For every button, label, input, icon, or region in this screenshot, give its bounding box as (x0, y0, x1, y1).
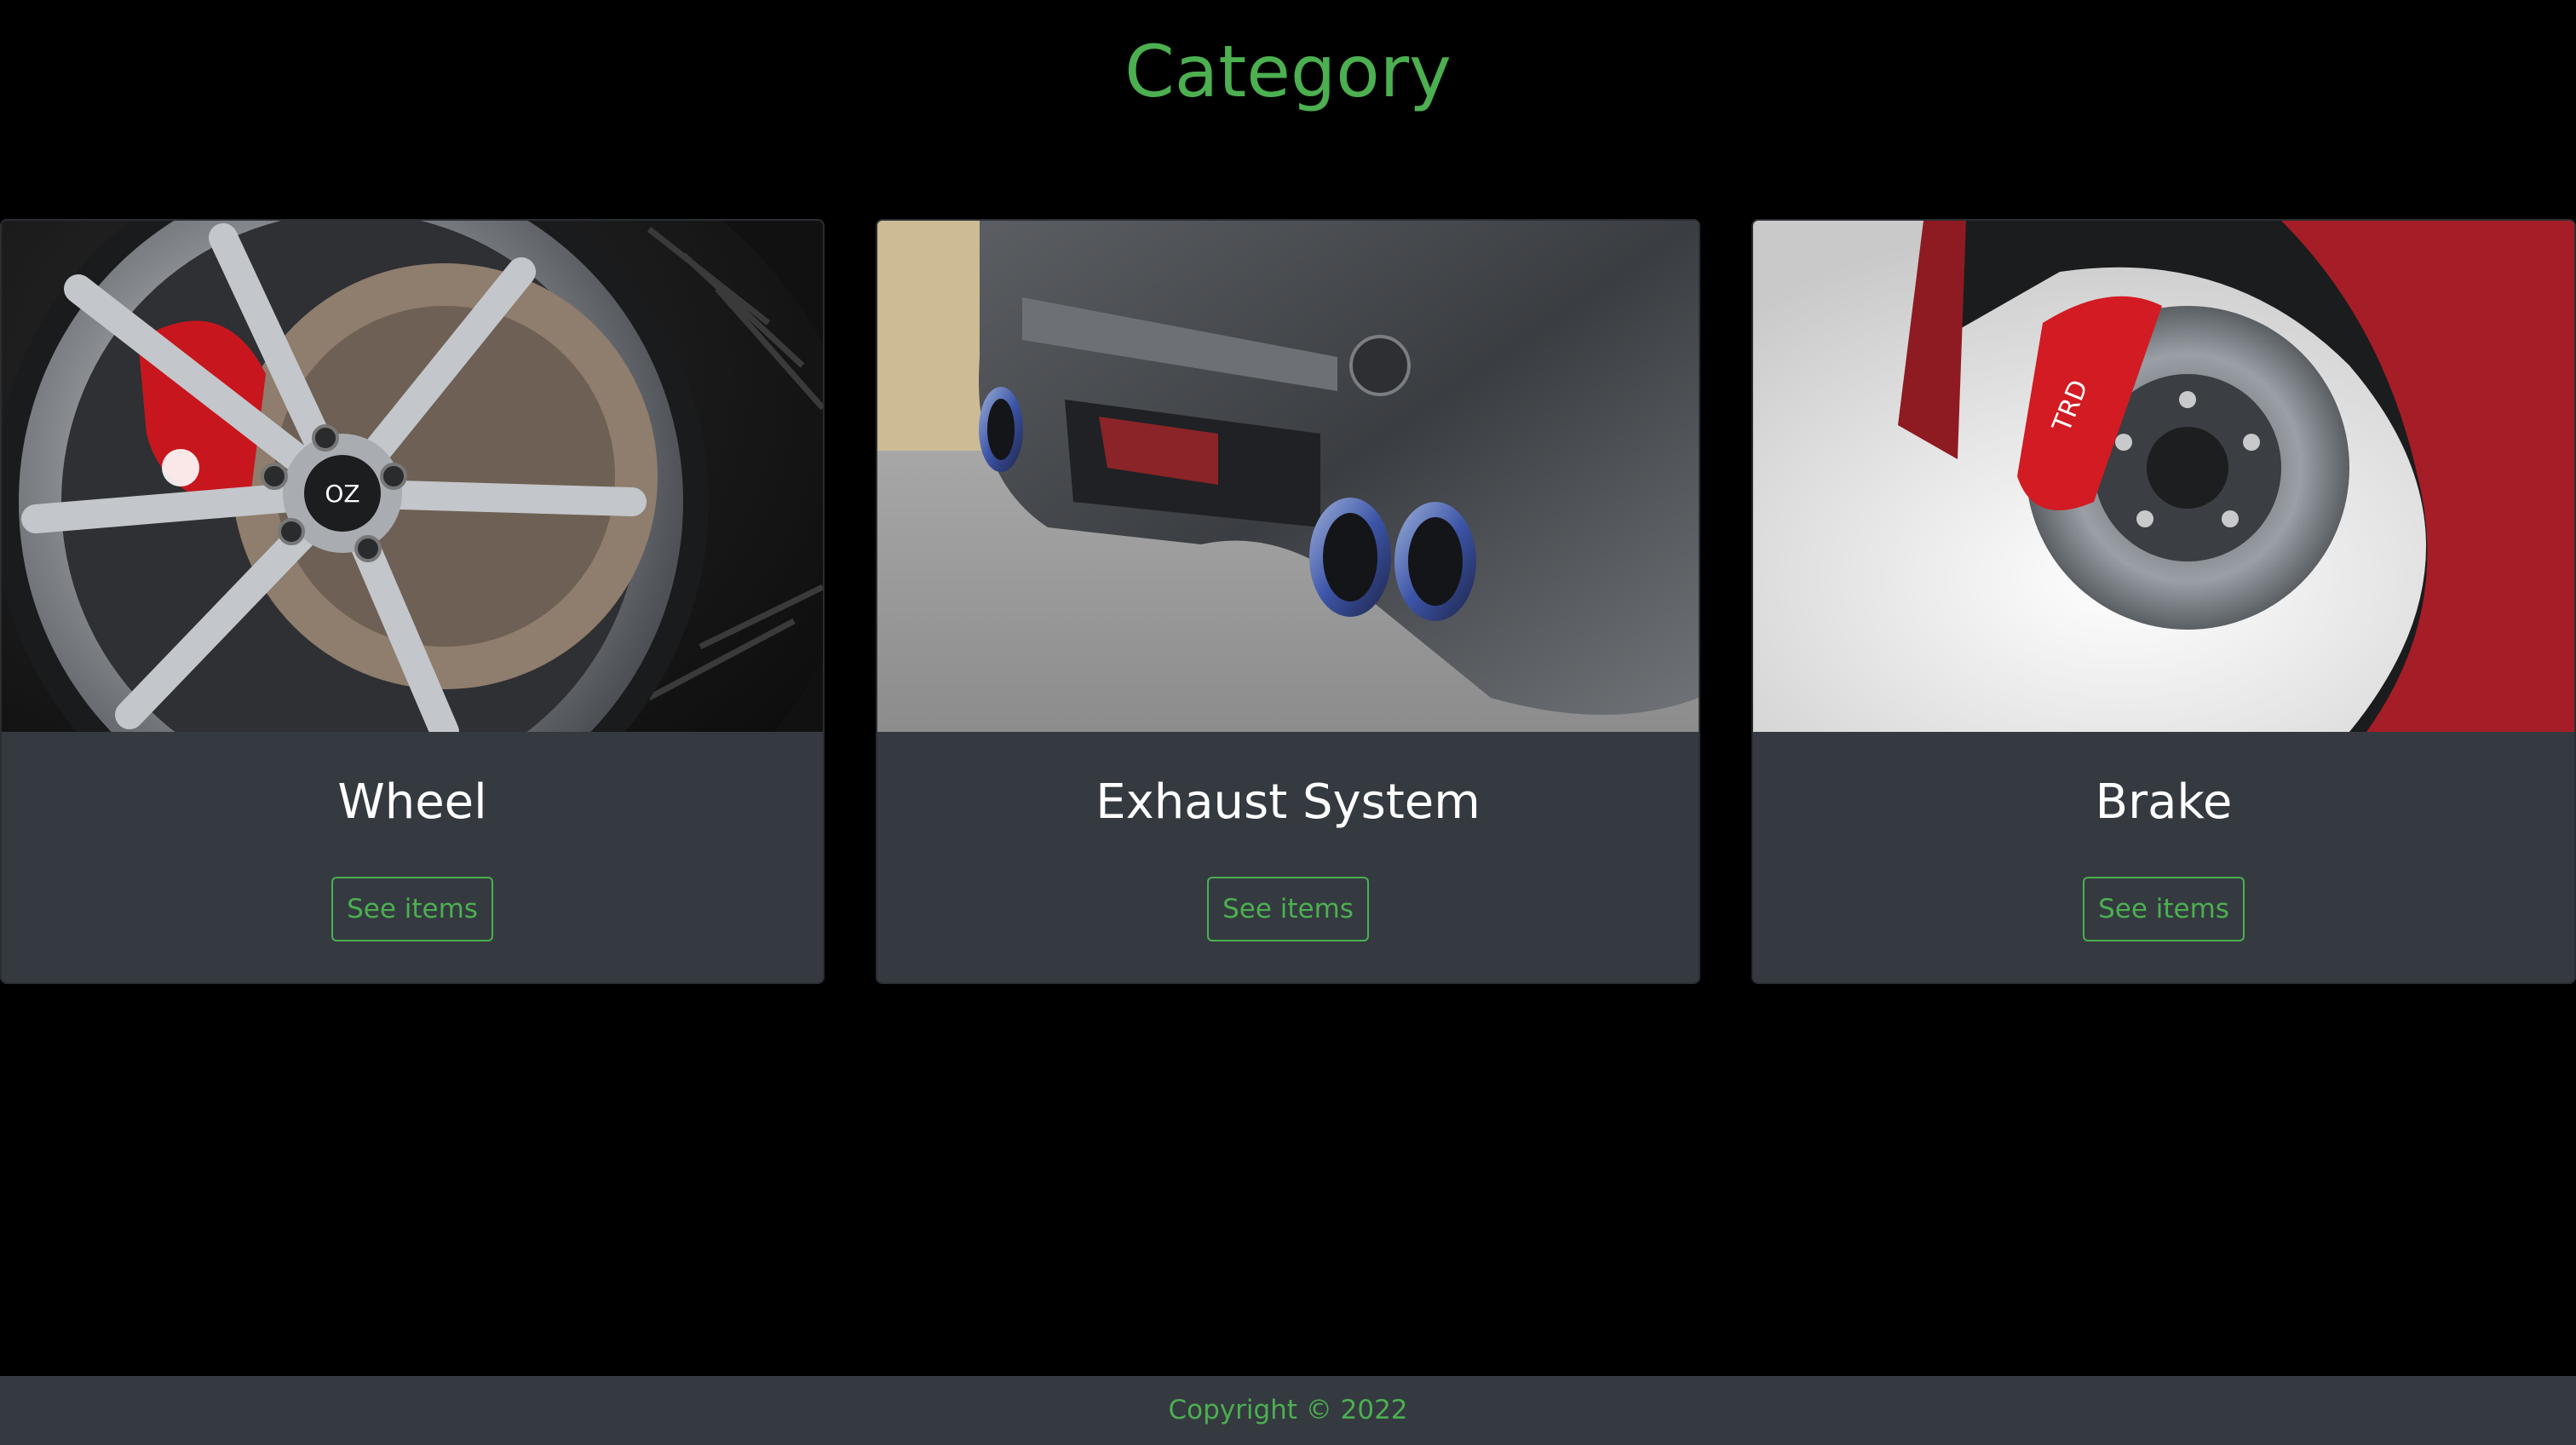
brake-image: TRD (1753, 221, 2574, 732)
card-title: Brake (2095, 774, 2233, 830)
page-title: Category (1124, 30, 1452, 113)
exhaust-image (877, 221, 1699, 732)
see-items-button[interactable]: See items (2083, 877, 2245, 941)
card-title: Wheel (337, 774, 487, 830)
wheel-image: OZ (2, 221, 823, 732)
svg-text:OZ: OZ (325, 480, 359, 508)
footer: Copyright © 2022 (0, 1376, 2576, 1445)
category-card-brake: TRD Brake See items (1751, 219, 2576, 984)
category-card-wheel: OZ Wheel See items (0, 219, 825, 984)
see-items-button[interactable]: See items (331, 877, 493, 941)
card-title: Exhaust System (1095, 774, 1481, 830)
category-card-exhaust-system: Exhaust System See items (876, 219, 1700, 984)
see-items-button[interactable]: See items (1207, 877, 1369, 941)
copyright-text: Copyright © 2022 (1168, 1395, 1408, 1425)
